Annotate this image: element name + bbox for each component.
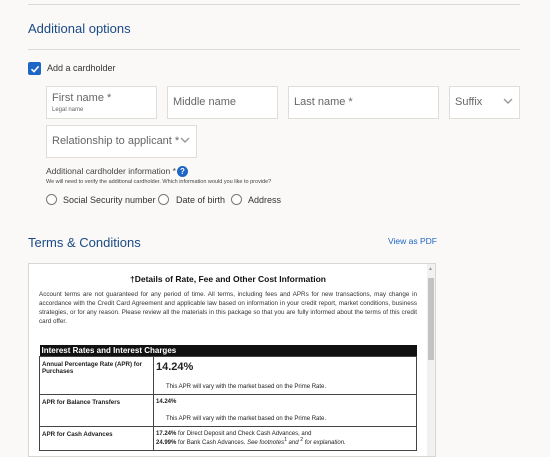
table-row: APR for Balance Transfers 14.24% This AP… [39,394,417,427]
row-italic-text: and [286,440,301,446]
row-text: for Bank Cash Advances. [176,440,248,446]
first-name-placeholder: First name * [52,92,112,104]
table-row: Annual Percentage Rate (APR) for Purchas… [39,356,417,395]
divider [28,4,520,5]
view-as-pdf-link[interactable]: View as PDF [388,236,437,246]
cardholder-info-label: Additional cardholder information * [46,166,176,176]
cash-advance-line-2: 24.99% for Bank Cash Advances. See footn… [156,437,414,446]
add-cardholder-checkbox[interactable] [28,62,41,75]
row-label: APR for Balance Transfers [39,394,154,427]
row-note: This APR will vary with the market based… [166,416,327,422]
interest-rates-table: Interest Rates and Interest Charges Annu… [39,345,417,451]
question-circle-icon[interactable]: ? [177,166,188,177]
divider [28,49,520,50]
radio-ssn[interactable] [46,194,57,205]
row-rate: 14.24% [156,361,194,373]
scroll-thumb[interactable] [428,278,434,360]
terms-scrollbar[interactable]: ▲ [427,264,435,456]
row-rate: 14.24% [156,399,177,405]
radio-label-ssn[interactable]: Social Security number [63,195,156,205]
radio-label-dob[interactable]: Date of birth [176,195,225,205]
row-label: APR for Cash Advances [39,426,154,451]
suffix-select[interactable]: Suffix [449,86,520,119]
terms-doc-title: †Details of Rate, Fee and Other Cost Inf… [129,274,326,284]
chevron-down-icon [180,137,190,143]
radio-address[interactable] [231,194,242,205]
cardholder-info-subtext: We will need to verify the additional ca… [46,179,272,185]
terms-document[interactable]: †Details of Rate, Fee and Other Cost Inf… [28,263,436,457]
radio-label-address[interactable]: Address [248,195,281,205]
middle-name-field[interactable]: Middle name [167,86,278,119]
check-icon [30,65,39,73]
table-header: Interest Rates and Interest Charges [39,345,417,357]
first-name-field[interactable]: First name * Legal name [46,86,157,119]
last-name-placeholder: Last name * [294,96,353,108]
application-page: Additional options Add a cardholder Firs… [0,0,550,457]
relationship-select[interactable]: Relationship to applicant * [46,125,197,158]
row-note: This APR will vary with the market based… [166,384,327,390]
row-label: Annual Percentage Rate (APR) for Purchas… [39,356,154,395]
row-rate: 24.99% [156,440,177,446]
last-name-field[interactable]: Last name * [288,86,439,119]
row-italic-text: See footnotes [247,440,285,446]
row-italic-text: for explanation. [303,440,346,446]
chevron-down-icon [503,98,513,104]
terms-doc-paragraph: Account terms are not guaranteed for any… [39,291,417,325]
middle-name-placeholder: Middle name [173,96,236,108]
suffix-placeholder: Suffix [455,96,483,108]
section-title-terms: Terms & Conditions [28,235,141,250]
radio-dob[interactable] [158,194,169,205]
relationship-placeholder: Relationship to applicant * [52,135,180,147]
add-cardholder-label[interactable]: Add a cardholder [47,63,116,73]
scroll-up-icon[interactable]: ▲ [428,266,433,272]
table-row: APR for Cash Advances 17.24% for Direct … [39,426,417,451]
section-title-additional-options: Additional options [28,21,131,36]
first-name-sublabel: Legal name [52,107,84,113]
terms-document-content: †Details of Rate, Fee and Other Cost Inf… [39,274,417,451]
